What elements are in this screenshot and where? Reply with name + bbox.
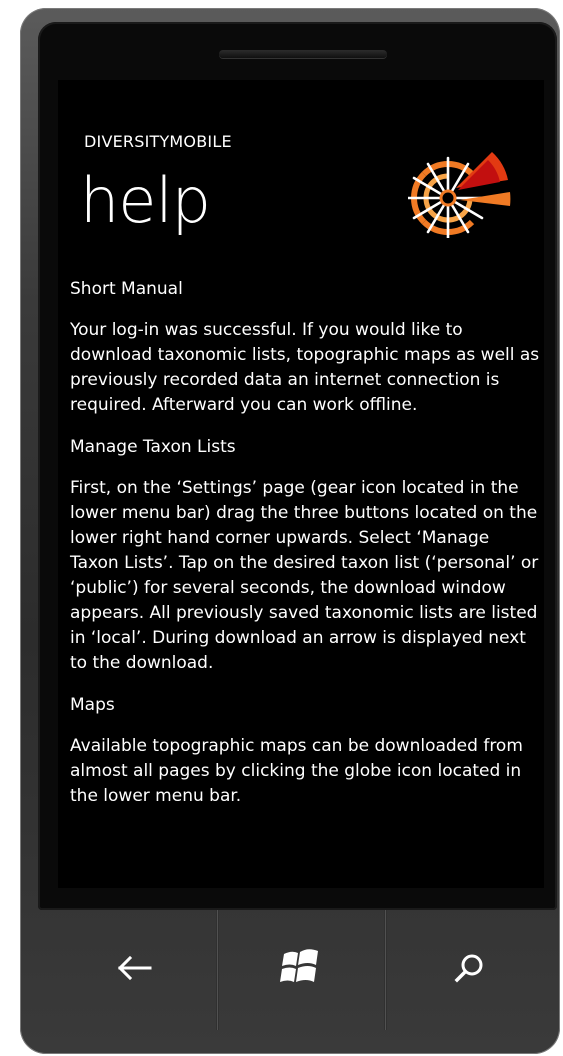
start-button[interactable] (276, 944, 324, 992)
section-heading-maps: Maps (70, 695, 115, 715)
app-name: DIVERSITYMOBILE (84, 132, 232, 151)
section-text-manage-taxon-lists: First, on the ‘Settings’ page (gear icon… (70, 478, 539, 673)
search-icon (454, 954, 483, 983)
section-text-maps: Available topographic maps can be downlo… (70, 736, 523, 806)
page-title: help (80, 164, 211, 237)
hw-divider-right (384, 910, 387, 1030)
section-text-short-manual: Your log-in was successful. If you would… (70, 320, 540, 415)
windows-start-icon (280, 949, 318, 982)
app-screen: DIVERSITYMOBILE help Short Manual Your l… (58, 80, 544, 888)
hw-divider-left (216, 910, 219, 1030)
section-heading-manage-taxon-lists: Manage Taxon Lists (70, 437, 236, 457)
back-arrow-icon (117, 955, 152, 981)
diversitymobile-logo-icon (408, 152, 511, 238)
section-heading-short-manual: Short Manual (70, 279, 183, 299)
back-button[interactable] (110, 944, 158, 992)
earpiece-speaker (219, 50, 387, 58)
search-button[interactable] (446, 944, 494, 992)
help-content: Short Manual Your log-in was successful.… (70, 278, 540, 827)
